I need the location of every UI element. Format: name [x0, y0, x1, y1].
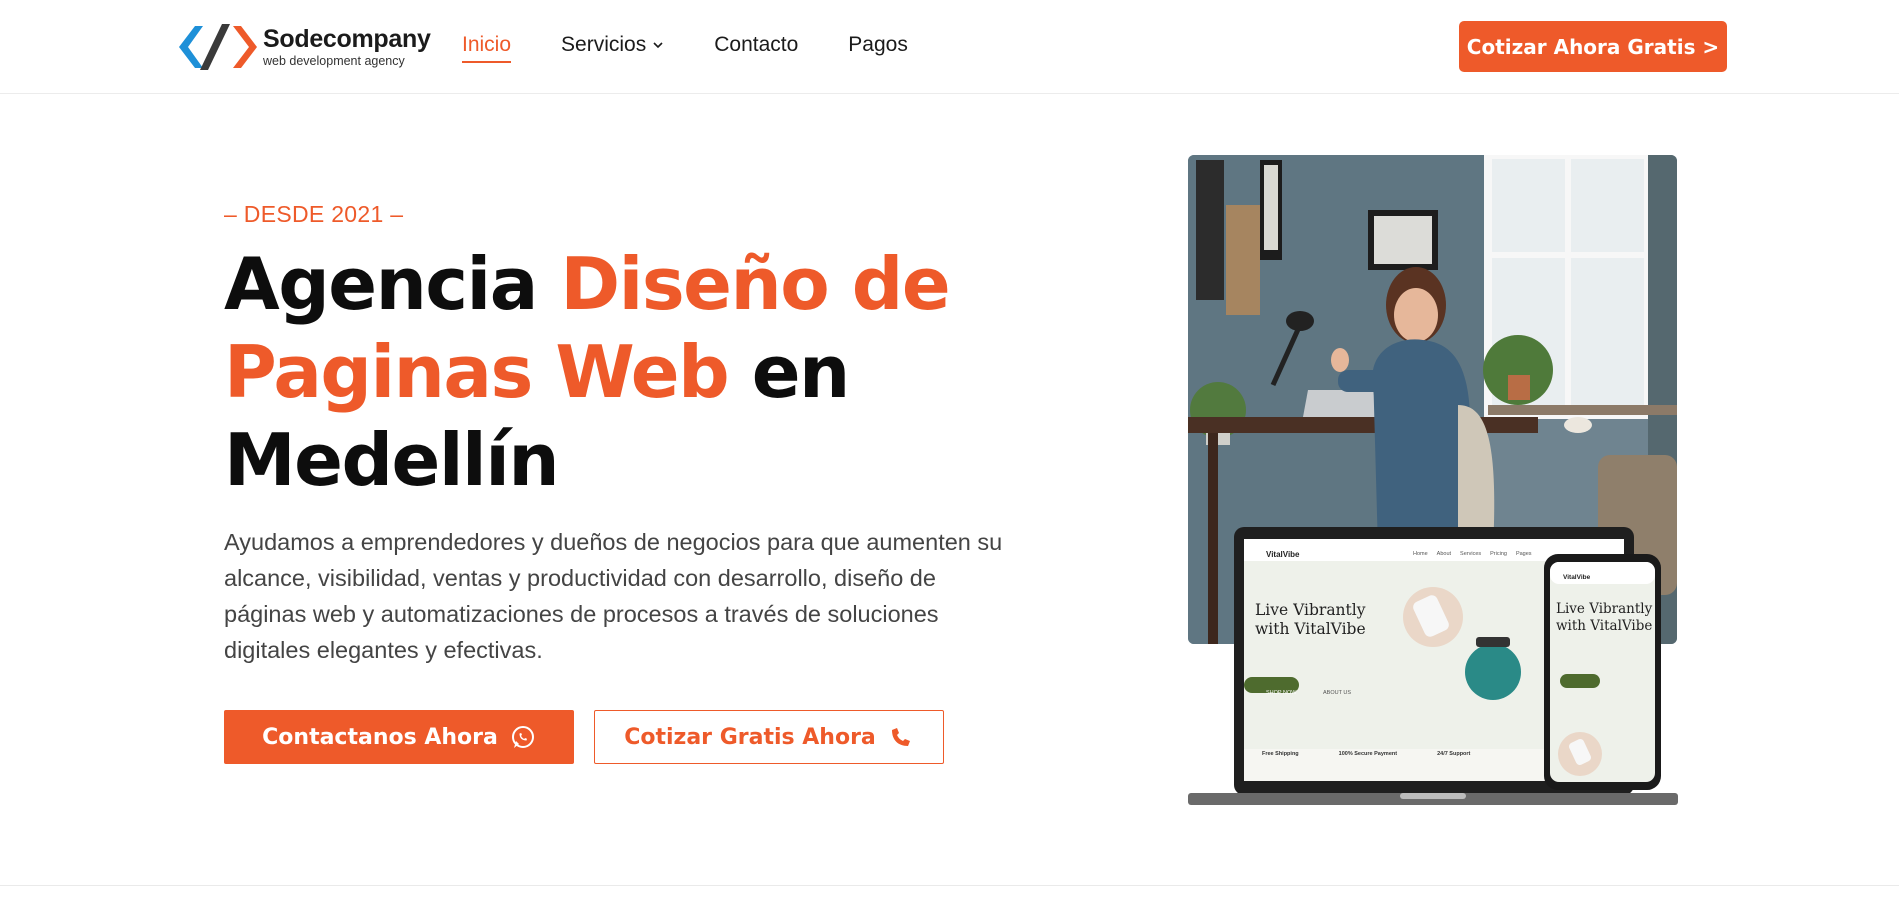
whatsapp-icon — [511, 726, 534, 748]
phone-mockup-headline: Live Vibrantly with VitalVibe — [1556, 601, 1652, 635]
brand-text: Sodecompany web development agency — [263, 24, 431, 68]
hero-title-part1: Agencia — [224, 242, 561, 326]
contact-now-label: Contactanos Ahora — [262, 724, 498, 750]
mockup-features: Free Shipping 100% Secure Payment 24/7 S… — [1262, 751, 1470, 757]
nav-item-inicio[interactable]: Inicio — [462, 33, 512, 63]
nav-item-servicios-label: Servicios — [561, 33, 647, 56]
phone-mockup — [1544, 554, 1661, 790]
mockup-headline: Live Vibrantly with VitalVibe — [1255, 601, 1366, 639]
hero-description: Ayudamos a emprendedores y dueños de neg… — [224, 529, 1003, 663]
mockup-shop-button: SHOP NOW — [1266, 690, 1297, 696]
phone-headline-line1: Live Vibrantly — [1556, 601, 1653, 617]
free-quote-label: Cotizar Gratis Ahora — [624, 724, 876, 750]
mockup-feature-shipping: Free Shipping — [1262, 751, 1299, 757]
brand-logo[interactable]: Sodecompany web development agency — [175, 22, 431, 72]
code-brackets-logo-icon — [179, 24, 257, 70]
free-quote-button[interactable]: Cotizar Gratis Ahora — [594, 710, 944, 764]
phone-icon — [891, 728, 910, 746]
mockup-about-link: ABOUT US — [1323, 690, 1352, 696]
mockup-nav: Home About Services Pricing Pages — [1413, 551, 1532, 557]
brand-tagline: web development agency — [263, 53, 405, 68]
mockup-headline-line1: Live Vibrantly — [1255, 601, 1366, 619]
brand-name: Sodecompany — [263, 24, 431, 53]
mockup-nav-home: Home — [1413, 551, 1428, 557]
mockup-nav-pricing: Pricing — [1490, 551, 1507, 557]
hero-eyebrow: – DESDE 2021 – — [224, 201, 404, 227]
mockup-nav-pages: Pages — [1515, 551, 1532, 557]
mockup-feature-support: 24/7 Support — [1437, 751, 1471, 757]
mockup-headline-line2: with VitalVibe — [1255, 620, 1366, 638]
phone-mockup-brand: VitalVibe — [1563, 574, 1591, 581]
chevron-down-icon — [653, 42, 663, 49]
mockup-nav-about: About — [1436, 551, 1452, 557]
nav-item-contacto[interactable]: Contacto — [714, 33, 798, 57]
mockup-brand: VitalVibe — [1266, 550, 1300, 559]
mockup-feature-payment: 100% Secure Payment — [1338, 751, 1398, 757]
phone-headline-line2: with VitalVibe — [1556, 618, 1653, 634]
header-quote-button[interactable]: Cotizar Ahora Gratis > — [1459, 21, 1727, 72]
nav-item-pagos[interactable]: Pagos — [848, 33, 908, 57]
main-nav: Inicio Servicios Contacto Pagos — [462, 33, 958, 63]
nav-item-servicios[interactable]: Servicios — [561, 33, 664, 57]
section-divider — [0, 885, 1899, 886]
site-header: Sodecompany web development agency Inici… — [0, 0, 1899, 94]
hero-title: Agencia Diseño de Paginas Web en Medellí… — [224, 240, 1004, 504]
mockup-nav-services: Services — [1460, 551, 1482, 557]
contact-now-button[interactable]: Contactanos Ahora — [224, 710, 574, 764]
